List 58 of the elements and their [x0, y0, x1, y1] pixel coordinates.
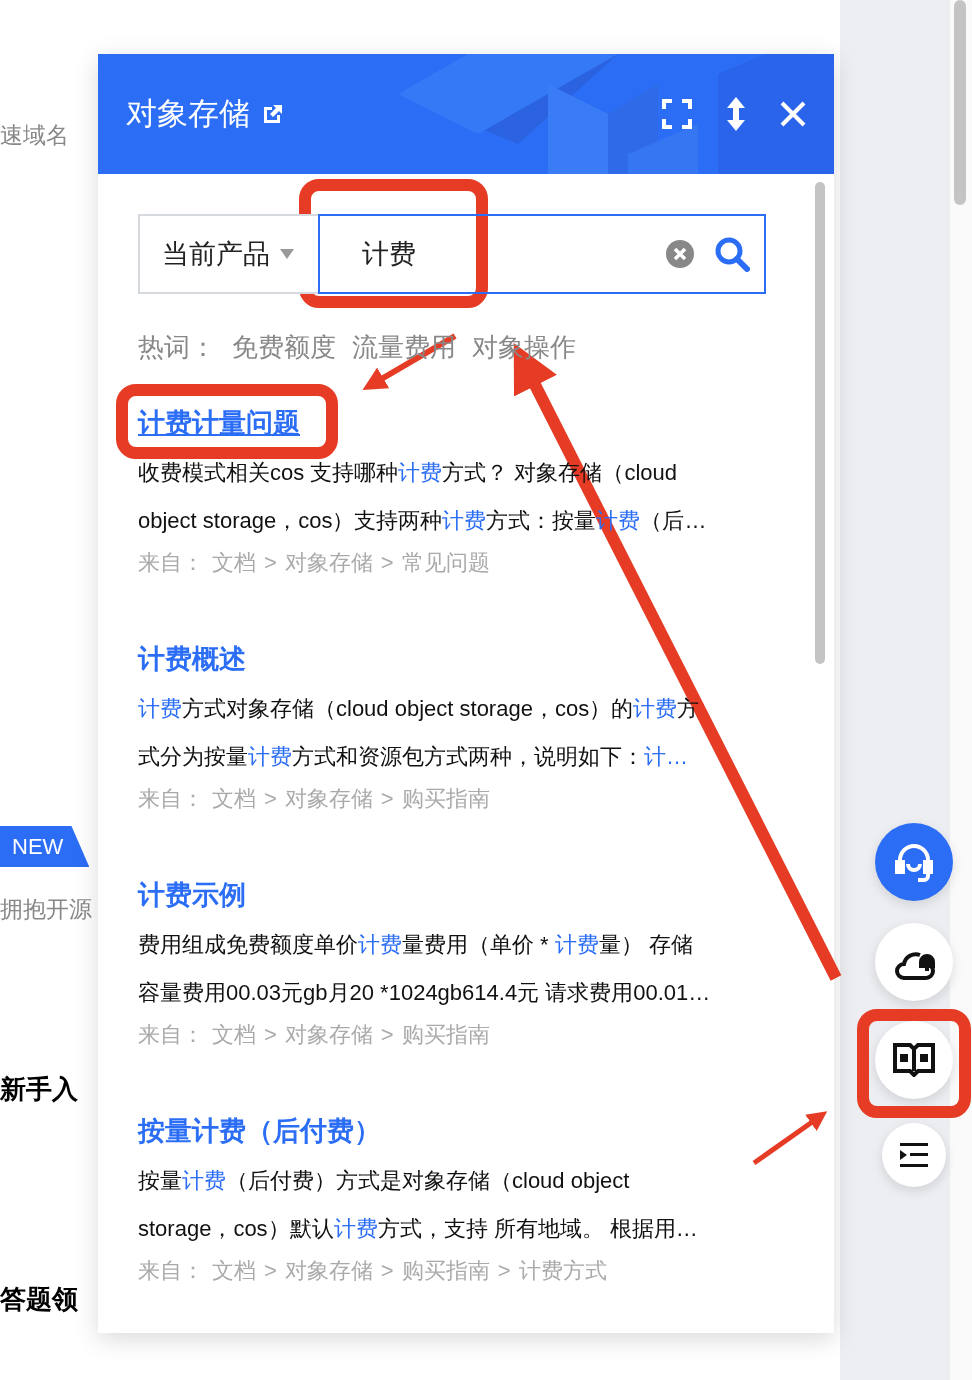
breadcrumb-item: 常见问题	[401, 549, 490, 577]
breadcrumb-separator: >	[264, 1257, 277, 1285]
result-snippet: 容量费用00.03元gb月20 *1024gb614.4元 请求费用00.01…	[138, 979, 712, 1007]
menu-label: 速域名	[0, 121, 69, 150]
close-icon[interactable]	[780, 101, 806, 127]
breadcrumb-separator: >	[380, 549, 394, 577]
breadcrumb-item: 计费方式	[518, 1257, 607, 1285]
panel-title: 对象存储	[126, 94, 250, 133]
breadcrumb-item: 对象存储	[284, 1021, 373, 1049]
result-title-link[interactable]: 计费计量问题	[138, 397, 300, 449]
hot-word-link[interactable]: 对象操作	[472, 328, 576, 367]
breadcrumb-separator: >	[497, 1257, 511, 1285]
breadcrumb-item: 对象存储	[284, 549, 373, 577]
breadcrumb-item: 对象存储	[284, 785, 373, 813]
hot-words-label: 热词：	[138, 331, 216, 364]
result-title-link[interactable]: 按量计费（后付费）	[138, 1105, 381, 1157]
clear-icon[interactable]	[666, 240, 694, 268]
breadcrumb-separator: >	[380, 1257, 394, 1285]
result-title-link[interactable]: 计费概述	[138, 633, 246, 685]
breadcrumb-separator: >	[380, 785, 394, 813]
breadcrumb-item: 购买指南	[401, 1021, 490, 1049]
result-snippet: storage，cos）默认计费方式，支持 所有地域。 根据用…	[138, 1215, 699, 1243]
outline-icon	[900, 1143, 928, 1167]
hot-word-link[interactable]: 免费额度	[232, 328, 336, 367]
book-icon	[893, 1043, 935, 1077]
caret-icon	[280, 249, 294, 259]
new-badge: NEW	[0, 826, 90, 867]
external-link-icon[interactable]	[262, 103, 284, 125]
breadcrumb-item: 文档	[212, 1021, 256, 1049]
result-title-link[interactable]: 计费示例	[138, 869, 246, 921]
breadcrumb-separator: >	[264, 785, 277, 813]
result-snippet: 按量计费（后付费）方式是对象存储（cloud object	[138, 1167, 631, 1195]
scrollbar-thumb[interactable]	[815, 182, 825, 664]
breadcrumb-item: 文档	[212, 549, 256, 577]
result-snippet: 式分为按量计费方式和资源包方式两种，说明如下：计…	[138, 743, 689, 771]
resize-vertical-icon[interactable]	[726, 97, 746, 131]
search-input[interactable]: 计费	[360, 232, 646, 276]
source-label: 来自：	[138, 1257, 204, 1285]
breadcrumb-item: 购买指南	[401, 785, 490, 813]
breadcrumb-separator: >	[380, 1021, 394, 1049]
section-heading: 答题领	[0, 1283, 78, 1316]
breadcrumb-separator: >	[264, 549, 277, 577]
search-field[interactable]: 计费	[318, 214, 766, 294]
search-icon[interactable]	[714, 236, 750, 272]
breadcrumb-item: 购买指南	[401, 1257, 490, 1285]
source-label: 来自：	[138, 549, 204, 577]
fullscreen-icon[interactable]	[662, 99, 692, 129]
breadcrumb-item: 文档	[212, 785, 256, 813]
breadcrumb-separator: >	[264, 1021, 277, 1049]
menu-label: 拥抱开源	[0, 895, 92, 924]
breadcrumb-item: 对象存储	[284, 1257, 373, 1285]
result-snippet: 费用组成免费额度单价计费量费用（单价 * 计费量） 存储	[138, 931, 694, 959]
scope-dropdown[interactable]: 当前产品	[138, 214, 318, 294]
section-heading: 新手入	[0, 1073, 78, 1106]
source-label: 来自：	[138, 1021, 204, 1049]
scrollbar-thumb[interactable]	[954, 0, 966, 205]
breadcrumb-item: 文档	[212, 1257, 256, 1285]
source-label: 来自：	[138, 785, 204, 813]
